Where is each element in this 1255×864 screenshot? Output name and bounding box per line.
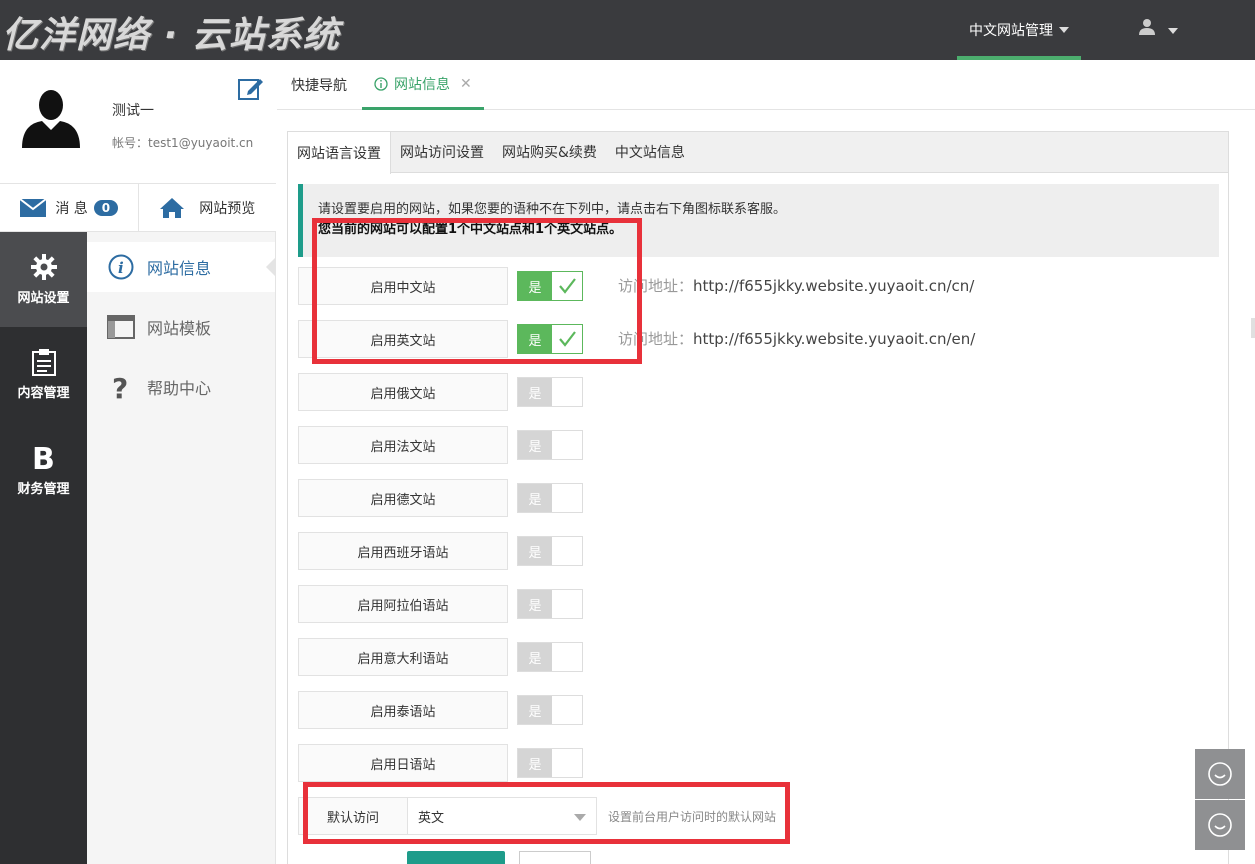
access-url: 访问地址：http://f655jkky.website.yuyaoit.cn/…: [618, 275, 974, 296]
messages-label: 消 息: [55, 200, 88, 217]
highlight-box-default-visit: [303, 782, 790, 844]
chevron-down-icon: [1059, 27, 1069, 33]
cancel-button[interactable]: [519, 851, 591, 864]
highlight-box-enabled-sites: [312, 218, 642, 364]
language-label: 启用泰语站: [298, 691, 508, 729]
user-icon: [1139, 19, 1155, 35]
access-url-value[interactable]: http://f655jkky.website.yuyaoit.cn/en/: [693, 330, 975, 348]
language-toggle[interactable]: 是: [517, 589, 583, 619]
envelope-icon: [19, 197, 47, 217]
access-url: 访问地址：http://f655jkky.website.yuyaoit.cn/…: [618, 328, 975, 349]
toggle-yes-label: 是: [518, 431, 552, 459]
notice-line-1: 请设置要启用的网站，如果您要的语种不在下列中，请点击右下角图标联系客服。: [318, 202, 787, 217]
language-toggle[interactable]: 是: [517, 642, 583, 672]
toggle-yes-label: 是: [518, 696, 552, 724]
tab-site-info[interactable]: 网站信息 ✕: [362, 60, 484, 110]
settings-tabs: 网站语言设置 网站访问设置 网站购买&续费 中文站信息: [288, 132, 1228, 174]
svg-text:?: ?: [112, 373, 128, 401]
username: 测试一: [112, 103, 154, 119]
tab-chinese-site-info[interactable]: 中文站信息: [606, 132, 694, 172]
nav-label: 财务管理: [17, 482, 70, 497]
toggle-yes-label: 是: [518, 378, 552, 406]
top-bar: 亿洋网络 · 云站系统 中文网站管理: [0, 0, 1255, 60]
language-toggle[interactable]: 是: [517, 536, 583, 566]
language-toggle[interactable]: 是: [517, 695, 583, 725]
tab-quick-nav[interactable]: 快捷导航: [291, 60, 347, 110]
tab-access-settings[interactable]: 网站访问设置: [391, 132, 493, 172]
sub-item-site-info[interactable]: i 网站信息: [87, 242, 276, 292]
save-button[interactable]: [407, 851, 505, 864]
question-icon: ?: [112, 373, 128, 401]
home-icon: [160, 197, 185, 218]
account-email: test1@yuyaoit.cn: [148, 136, 254, 150]
tab-purchase-renew[interactable]: 网站购买&续费: [493, 132, 606, 172]
gear-icon: [30, 254, 57, 280]
language-toggle[interactable]: 是: [517, 377, 583, 407]
language-label: 启用西班牙语站: [298, 532, 508, 570]
sub-item-label: 网站信息: [147, 259, 212, 278]
messages-button[interactable]: 消 息 0: [0, 184, 139, 231]
tab-language-settings[interactable]: 网站语言设置: [288, 132, 391, 174]
language-toggle[interactable]: 是: [517, 430, 583, 460]
b-icon: B: [32, 442, 55, 472]
nav-item-content[interactable]: 内容管理: [0, 327, 87, 422]
language-label: 启用德文站: [298, 479, 508, 517]
toggle-yes-label: 是: [518, 590, 552, 618]
avatar: [22, 90, 80, 148]
toggle-yes-label: 是: [518, 749, 552, 777]
site-manage-label: 中文网站管理: [969, 23, 1053, 39]
profile-card: 测试一 帐号：test1@yuyaoit.cn: [0, 60, 276, 184]
info-icon: i: [108, 254, 134, 280]
nav-label: 网站设置: [17, 291, 70, 306]
messages-count-badge: 0: [93, 199, 119, 216]
customer-service-button[interactable]: [1195, 749, 1245, 799]
main-nav: 网站设置 内容管理 B 财务管理: [0, 232, 87, 864]
template-icon: [107, 315, 135, 339]
sub-item-label: 网站模板: [147, 319, 212, 338]
language-toggle[interactable]: 是: [517, 748, 583, 778]
language-label: 启用阿拉伯语站: [298, 585, 508, 623]
chevron-down-icon: [1167, 28, 1178, 34]
language-label: 启用法文站: [298, 426, 508, 464]
tab-label: 快捷导航: [291, 78, 347, 94]
clipboard-icon: [31, 349, 56, 376]
account-line: 帐号：test1@yuyaoit.cn: [112, 134, 253, 151]
sub-item-site-template[interactable]: 网站模板: [87, 302, 275, 352]
site-preview-button[interactable]: 网站预览: [139, 184, 277, 231]
svg-text:i: i: [118, 259, 124, 277]
tab-label: 网站信息: [394, 76, 450, 93]
language-label: 启用俄文站: [298, 373, 508, 411]
toggle-yes-label: 是: [518, 484, 552, 512]
nav-item-site-settings[interactable]: 网站设置: [0, 232, 87, 327]
site-manage-menu[interactable]: 中文网站管理: [957, 0, 1081, 60]
site-preview-label: 网站预览: [199, 200, 256, 217]
smile-chat-icon: [1208, 762, 1232, 786]
access-url-value[interactable]: http://f655jkky.website.yuyaoit.cn/cn/: [693, 277, 974, 295]
quick-actions: 消 息 0 网站预览: [0, 184, 276, 232]
account-label: 帐号：: [112, 136, 149, 150]
smile-chat-icon: [1208, 813, 1232, 837]
toggle-yes-label: 是: [518, 537, 552, 565]
toggle-yes-label: 是: [518, 643, 552, 671]
sub-item-label: 帮助中心: [147, 379, 212, 398]
svg-text:B: B: [32, 442, 55, 472]
close-icon[interactable]: ✕: [460, 76, 472, 92]
language-label: 启用日语站: [298, 744, 508, 782]
edit-icon[interactable]: [238, 76, 264, 100]
language-toggle[interactable]: 是: [517, 483, 583, 513]
page-tabs: 快捷导航 网站信息 ✕: [277, 60, 1255, 110]
nav-label: 内容管理: [17, 386, 70, 401]
language-label: 启用意大利语站: [298, 638, 508, 676]
info-icon: [374, 76, 388, 91]
scroll-edge: [1251, 318, 1255, 338]
user-menu[interactable]: [1138, 18, 1178, 41]
sub-item-help-center[interactable]: ? 帮助中心: [87, 362, 275, 412]
customer-service-button-2[interactable]: [1195, 800, 1245, 850]
nav-item-finance[interactable]: B 财务管理: [0, 422, 87, 517]
brand-logo: 亿洋网络 · 云站系统: [2, 15, 340, 56]
sub-nav: i 网站信息 网站模板 ? 帮助中心: [87, 232, 276, 864]
